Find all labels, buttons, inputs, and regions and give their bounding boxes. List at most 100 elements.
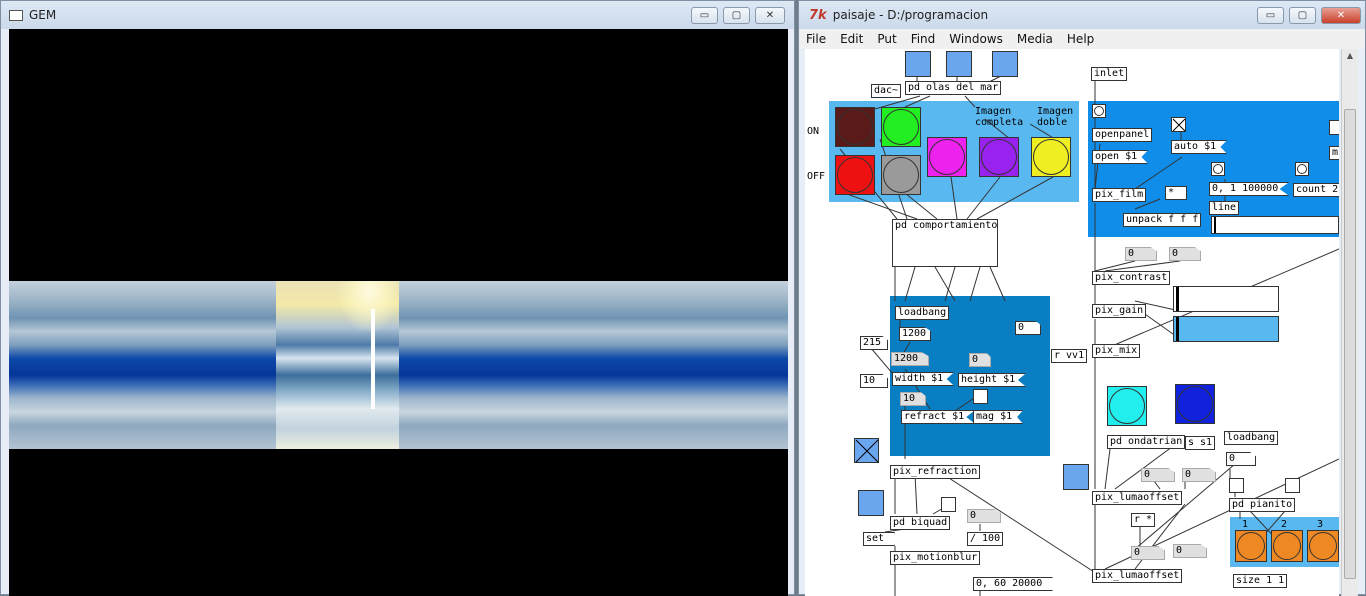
number-b1[interactable]: 0 bbox=[967, 509, 1001, 523]
bang-darkred[interactable] bbox=[835, 107, 875, 147]
message-mag[interactable]: mag $1 bbox=[973, 410, 1024, 424]
bang-red[interactable] bbox=[835, 155, 875, 195]
menu-media[interactable]: Media bbox=[1010, 32, 1060, 46]
minimize-button[interactable]: ▭ bbox=[1257, 7, 1284, 24]
bang-count[interactable] bbox=[1295, 162, 1309, 176]
bang-purple[interactable] bbox=[979, 137, 1019, 177]
number-lo2[interactable]: 0 bbox=[1182, 468, 1216, 482]
bang-navy[interactable] bbox=[1175, 384, 1215, 424]
bang-gray[interactable] bbox=[881, 155, 921, 195]
menu-edit[interactable]: Edit bbox=[833, 32, 870, 46]
scroll-thumb[interactable] bbox=[1344, 109, 1356, 579]
toggle-auto[interactable] bbox=[1171, 117, 1186, 132]
toggle-pianito-b[interactable] bbox=[1285, 478, 1300, 493]
object-dac[interactable]: dac~ bbox=[871, 84, 902, 98]
maximize-button[interactable]: ▢ bbox=[1289, 7, 1316, 24]
object-pd-comportamiento[interactable]: pd comportamiento bbox=[892, 219, 998, 267]
vertical-scrollbar[interactable]: ▲ bbox=[1341, 49, 1358, 596]
toggle-m[interactable] bbox=[1329, 120, 1339, 135]
object-unpack[interactable]: unpack f f f bbox=[1123, 213, 1202, 227]
object-size[interactable]: size 1 1 bbox=[1233, 574, 1288, 588]
bang-yellow[interactable] bbox=[1031, 137, 1071, 177]
gui-swatch-4[interactable] bbox=[858, 490, 884, 516]
menu-windows[interactable]: Windows bbox=[942, 32, 1010, 46]
slider-progress[interactable] bbox=[1211, 216, 1339, 234]
message-refract[interactable]: refract $1 bbox=[901, 410, 976, 424]
toggle-pianito-a[interactable] bbox=[1229, 478, 1244, 493]
object-pix-mix[interactable]: pix_mix bbox=[1092, 344, 1141, 358]
gui-swatch-1[interactable] bbox=[905, 51, 931, 77]
number-1200b[interactable]: 1200 bbox=[891, 352, 929, 366]
object-pix-refraction[interactable]: pix_refraction bbox=[890, 465, 981, 479]
message-set[interactable]: set bbox=[863, 532, 896, 546]
number-contrast-2[interactable]: 0 bbox=[1169, 247, 1201, 261]
object-pix-motionblur[interactable]: pix_motionblur bbox=[890, 551, 981, 565]
bang-cyan[interactable] bbox=[1107, 386, 1147, 426]
menu-help[interactable]: Help bbox=[1060, 32, 1101, 46]
number-zero-h[interactable]: 0 bbox=[969, 353, 991, 367]
toggle-refraction[interactable] bbox=[854, 438, 879, 463]
bang-orange-2[interactable] bbox=[1271, 530, 1303, 562]
scroll-up-icon[interactable]: ▲ bbox=[1342, 51, 1358, 65]
menu-put[interactable]: Put bbox=[870, 32, 903, 46]
patch-canvas[interactable]: dac~ pd olas del mar inlet ON OFF Imagen… bbox=[805, 49, 1339, 596]
number-lo3[interactable]: 0 bbox=[1131, 546, 1165, 560]
bang-orange-3[interactable] bbox=[1307, 530, 1339, 562]
slider-gain[interactable] bbox=[1173, 286, 1279, 312]
number-lo4[interactable]: 0 bbox=[1173, 544, 1207, 558]
close-button[interactable]: ✕ bbox=[755, 7, 785, 24]
bang-magenta[interactable] bbox=[927, 137, 967, 177]
object-r-star[interactable]: r * bbox=[1131, 513, 1156, 527]
number-10b[interactable]: 10 bbox=[860, 374, 888, 388]
object-pd-ondatrian[interactable]: pd ondatrian bbox=[1107, 435, 1186, 449]
object-line[interactable]: line bbox=[1209, 201, 1240, 215]
bang-orange-1[interactable] bbox=[1235, 530, 1267, 562]
message-auto[interactable]: auto $1 bbox=[1171, 140, 1228, 154]
object-pix-lumaoffset-2[interactable]: pix_lumaoffset bbox=[1092, 569, 1183, 583]
gem-render-canvas[interactable] bbox=[9, 29, 788, 596]
gui-swatch-2[interactable] bbox=[946, 51, 972, 77]
message-height[interactable]: height $1 bbox=[958, 373, 1027, 387]
object-r-vv1[interactable]: r vv1 bbox=[1051, 349, 1088, 363]
object-m[interactable]: m bbox=[1329, 146, 1339, 160]
object-pix-lumaoffset-1[interactable]: pix_lumaoffset bbox=[1092, 491, 1183, 505]
number-lb2[interactable]: 0 bbox=[1226, 452, 1256, 466]
menu-file[interactable]: File bbox=[799, 32, 833, 46]
bang-range[interactable] bbox=[1211, 162, 1225, 176]
bang-green[interactable] bbox=[881, 107, 921, 147]
number-lo1[interactable]: 0 bbox=[1141, 468, 1175, 482]
object-div-100[interactable]: / 100 bbox=[967, 532, 1004, 546]
object-openpanel[interactable]: openpanel bbox=[1092, 128, 1153, 142]
message-range[interactable]: 0, 1 100000 bbox=[1209, 182, 1290, 196]
minimize-button[interactable]: ▭ bbox=[691, 7, 718, 24]
object-loadbang[interactable]: loadbang bbox=[895, 306, 950, 320]
object-loadbang-2[interactable]: loadbang bbox=[1224, 431, 1279, 445]
gem-titlebar[interactable]: GEM bbox=[1, 1, 794, 29]
menu-find[interactable]: Find bbox=[904, 32, 943, 46]
object-pix-film[interactable]: pix_film bbox=[1092, 188, 1147, 202]
toggle-mag[interactable] bbox=[973, 389, 988, 404]
object-star[interactable]: * bbox=[1165, 186, 1187, 200]
toggle-biquad[interactable] bbox=[941, 497, 956, 512]
object-count[interactable]: count 2 bbox=[1293, 183, 1339, 197]
message-open[interactable]: open $1 bbox=[1092, 150, 1149, 164]
gui-swatch-3[interactable] bbox=[992, 51, 1018, 77]
object-pd-olas[interactable]: pd olas del mar bbox=[905, 81, 1002, 95]
number-zero-top[interactable]: 0 bbox=[1015, 321, 1041, 335]
number-10[interactable]: 10 bbox=[900, 392, 926, 406]
number-1200[interactable]: 1200 bbox=[899, 327, 931, 341]
object-s-s1[interactable]: s s1 bbox=[1185, 436, 1216, 450]
object-pd-pianito[interactable]: pd pianito bbox=[1229, 498, 1296, 512]
object-pd-biquad[interactable]: pd biquad bbox=[890, 516, 951, 530]
number-215[interactable]: 215 bbox=[860, 336, 888, 350]
close-button[interactable]: ✕ bbox=[1321, 7, 1361, 24]
number-contrast-1[interactable]: 0 bbox=[1125, 247, 1157, 261]
message-width[interactable]: width $1 bbox=[892, 372, 955, 386]
object-inlet[interactable]: inlet bbox=[1091, 67, 1128, 81]
gui-swatch-5[interactable] bbox=[1063, 464, 1089, 490]
bang-openpanel[interactable] bbox=[1092, 104, 1106, 118]
message-0-60-20000[interactable]: 0, 60 20000 bbox=[973, 577, 1054, 591]
slider-mix[interactable] bbox=[1173, 316, 1279, 342]
object-pix-contrast[interactable]: pix_contrast bbox=[1092, 271, 1171, 285]
object-pix-gain[interactable]: pix_gain bbox=[1092, 304, 1147, 318]
